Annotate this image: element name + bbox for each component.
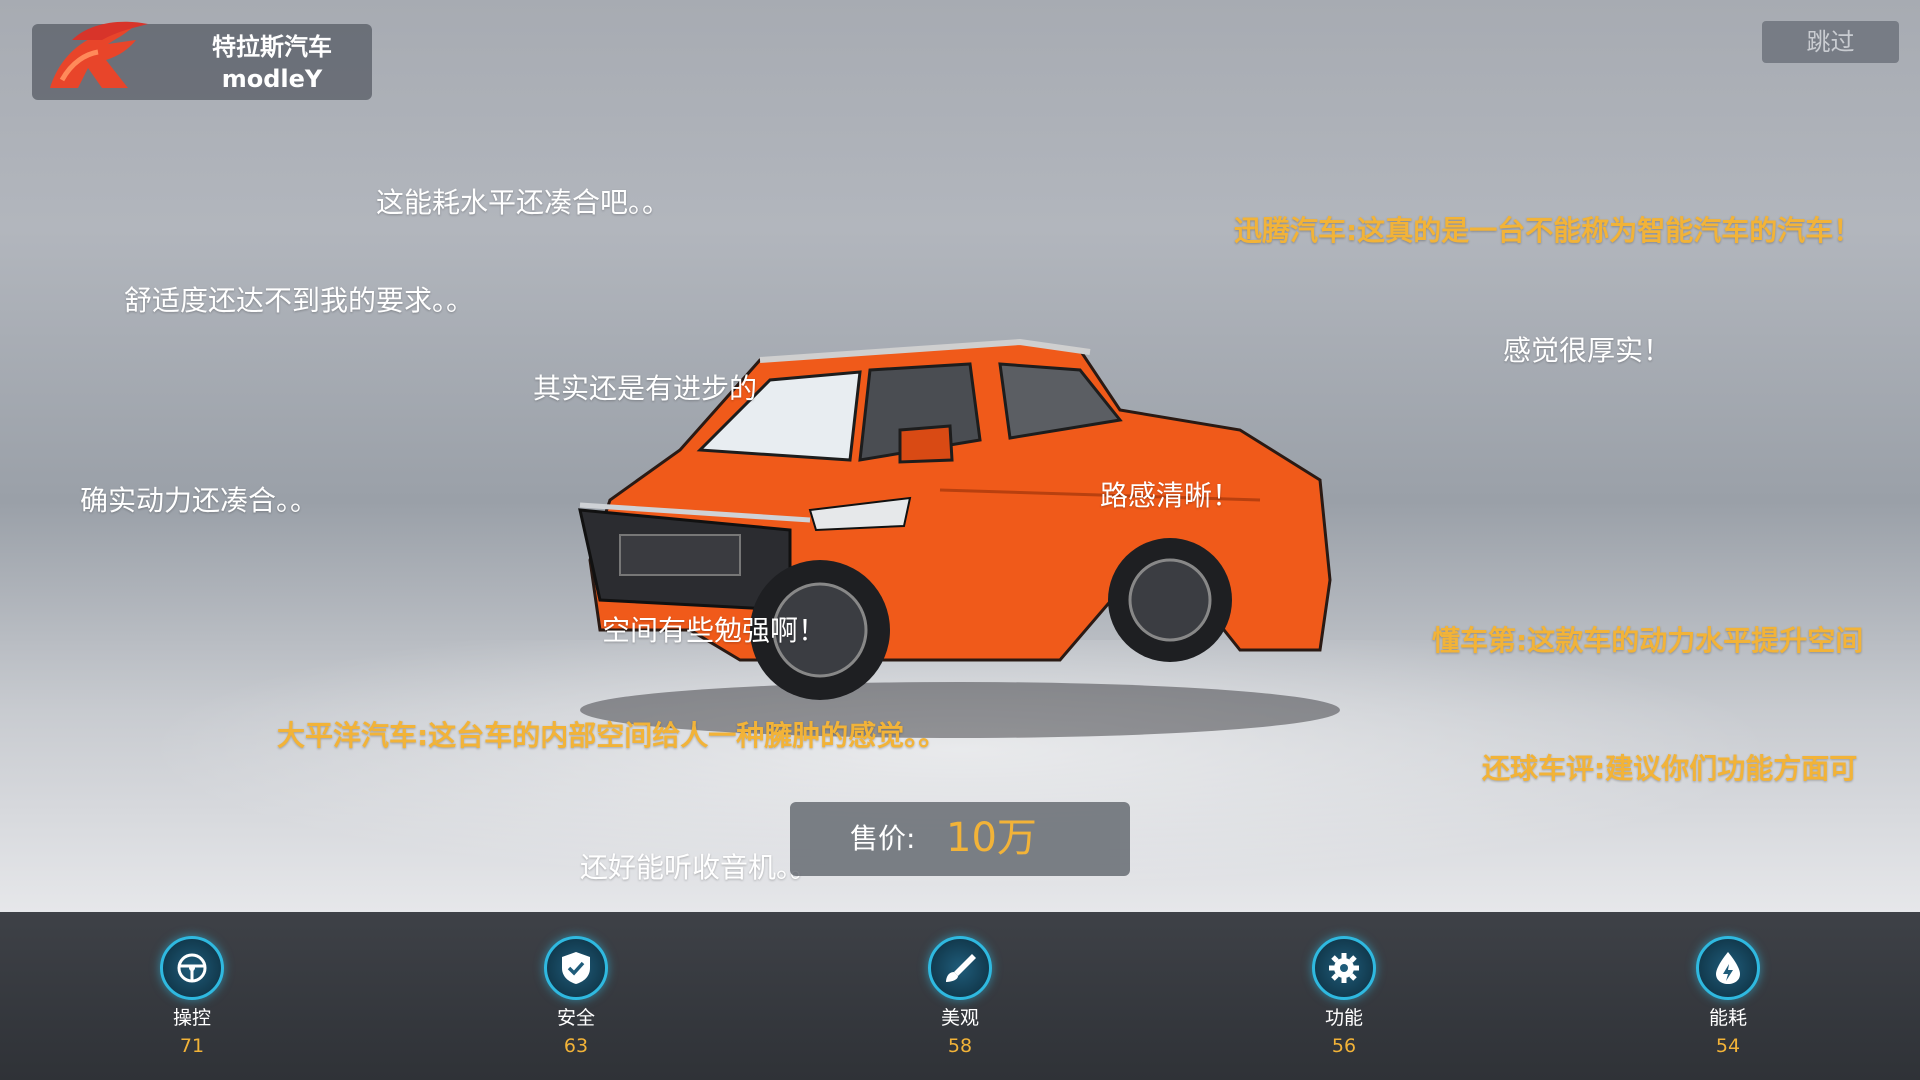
steering-wheel-icon [160, 936, 224, 1000]
stat-safety[interactable]: 安全 63 [476, 912, 676, 1080]
comment-radio: 还好能听收音机。。 [580, 851, 819, 884]
comment-power: 确实动力还凑合。。 [80, 484, 319, 517]
brand-logo [50, 21, 148, 88]
stat-label: 功能 [1324, 1007, 1363, 1029]
brand-card: 特拉斯汽车 modleY [32, 21, 372, 100]
price-label: 售价: [850, 822, 916, 855]
comment-solid: 感觉很厚实！ [1503, 334, 1672, 367]
stat-label: 美观 [940, 1007, 979, 1029]
review-dongchedi: 懂车第:这款车的动力水平提升空间 [1432, 624, 1864, 657]
stat-appearance[interactable]: 美观 58 [860, 912, 1060, 1080]
energy-drop-icon [1696, 936, 1760, 1000]
brush-icon [928, 936, 992, 1000]
stat-value: 71 [179, 1035, 205, 1057]
stat-function[interactable]: 功能 56 [1244, 912, 1444, 1080]
stat-handling[interactable]: 操控 71 [92, 912, 292, 1080]
comment-energy: 这能耗水平还凑合吧。。 [376, 186, 671, 219]
comment-progress: 其实还是有进步的 [533, 372, 758, 405]
stat-value: 63 [563, 1035, 589, 1057]
comment-comfort: 舒适度还达不到我的要求。。 [124, 284, 475, 317]
stat-label: 安全 [556, 1007, 595, 1029]
skip-button[interactable]: 跳过 [1762, 21, 1899, 63]
stat-label: 能耗 [1708, 1007, 1747, 1029]
price-panel: 售价: 10万 [790, 802, 1130, 876]
gear-icon [1312, 936, 1376, 1000]
stat-value: 54 [1715, 1035, 1741, 1057]
stat-energy[interactable]: 能耗 54 [1628, 912, 1828, 1080]
review-taipingyang: 大平洋汽车:这台车的内部空间给人一种臃肿的感觉。。 [277, 719, 947, 752]
stats-bar: 操控 71 安全 63 美观 58 功能 56 能耗 54 [0, 912, 1920, 1080]
review-huanqiu: 还球车评:建议你们功能方面可 [1482, 752, 1858, 785]
stat-label: 操控 [172, 1007, 211, 1029]
shield-check-icon [544, 936, 608, 1000]
car-model: modleY [221, 65, 323, 93]
price-value: 10万 [946, 815, 1037, 861]
stat-value: 56 [1331, 1035, 1357, 1057]
comment-road-feel: 路感清晰！ [1100, 479, 1241, 512]
stat-value: 58 [947, 1035, 973, 1057]
review-xunteng: 迅腾汽车:这真的是一台不能称为智能汽车的汽车！ [1234, 214, 1862, 247]
comment-space: 空间有些勉强啊！ [602, 614, 827, 647]
brand-name: 特拉斯汽车 [212, 33, 332, 61]
